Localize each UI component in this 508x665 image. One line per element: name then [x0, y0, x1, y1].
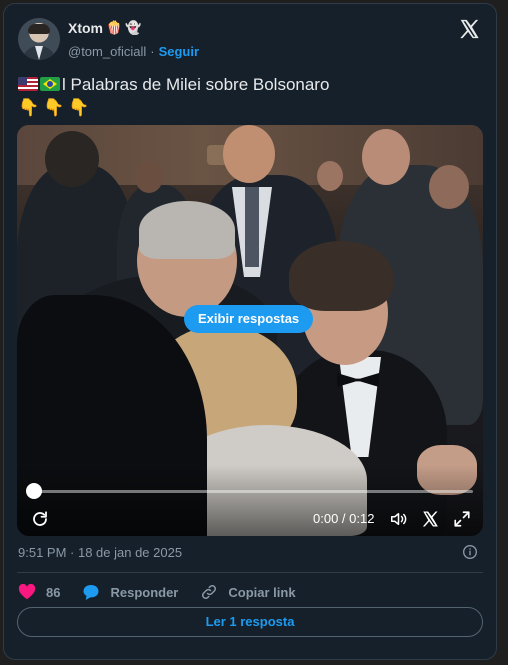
- follow-link[interactable]: Seguir: [159, 44, 199, 59]
- author-name-row: Xtom 🍿 👻: [68, 20, 141, 36]
- read-replies-button[interactable]: Ler 1 resposta: [17, 607, 483, 637]
- replay-icon[interactable]: [31, 510, 49, 528]
- info-icon[interactable]: [462, 544, 478, 560]
- reply-action[interactable]: Responder: [82, 584, 178, 601]
- handle-separator: ·: [150, 44, 155, 59]
- tweet-actions: 86 Responder Copiar link: [18, 580, 318, 604]
- video-scrubber-handle[interactable]: [26, 483, 42, 499]
- link-icon: [202, 584, 217, 600]
- x-logo-icon[interactable]: [458, 18, 480, 40]
- tweet-body: l Palabras de Milei sobre Bolsonaro: [62, 75, 330, 94]
- heart-icon: [18, 584, 36, 600]
- like-action[interactable]: 86: [18, 584, 60, 600]
- copy-link-label: Copiar link: [228, 584, 296, 600]
- volume-icon[interactable]: [389, 510, 408, 528]
- tweet-first-line: l Palabras de Milei sobre Bolsonaro: [18, 73, 478, 96]
- flag-us-icon: [18, 77, 38, 91]
- fullscreen-icon[interactable]: [453, 510, 471, 528]
- reply-bubble-icon: [83, 584, 99, 600]
- pointing-down-emojis: 👇👇👇: [18, 98, 94, 117]
- tweet-text: l Palabras de Milei sobre Bolsonaro 👇👇👇: [18, 73, 478, 119]
- reply-label: Responder: [110, 584, 179, 600]
- copy-link-action[interactable]: Copiar link: [200, 583, 296, 601]
- author-avatar[interactable]: [18, 18, 60, 60]
- video-controls: 0:00 / 0:12: [17, 505, 483, 535]
- author-display-name[interactable]: Xtom: [68, 20, 103, 36]
- author-handle[interactable]: @tom_oficiall: [68, 44, 146, 59]
- flag-br-icon: [40, 77, 60, 91]
- divider: [17, 572, 483, 573]
- video-progress-bar[interactable]: [33, 490, 473, 493]
- show-replies-button[interactable]: Exibir respostas: [184, 305, 314, 333]
- video-player[interactable]: Exibir respostas 0:00 / 0:12: [17, 125, 483, 536]
- tweet-card: Xtom 🍿 👻 @tom_oficiall · Seguir l Palabr…: [3, 3, 497, 660]
- author-handle-row: @tom_oficiall · Seguir: [68, 44, 199, 59]
- x-logo-small-icon[interactable]: [421, 510, 439, 528]
- tweet-timestamp[interactable]: 9:51 PM · 18 de jan de 2025: [18, 545, 182, 560]
- video-time: 0:00 / 0:12: [313, 511, 375, 526]
- ghost-emoji: 👻: [125, 20, 142, 35]
- popcorn-emoji: 🍿: [106, 20, 123, 35]
- like-count: 86: [46, 584, 61, 600]
